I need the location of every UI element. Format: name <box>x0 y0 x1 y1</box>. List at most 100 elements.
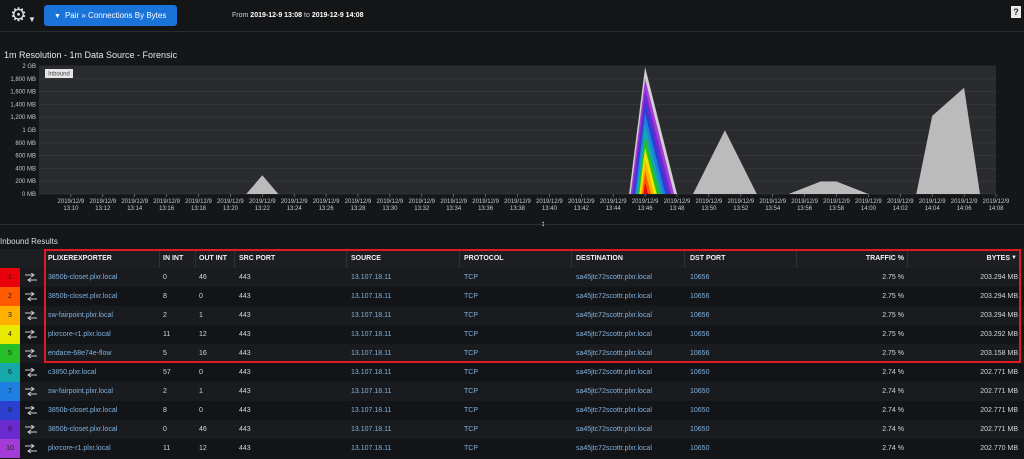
cell-dst[interactable]: sa45jtc72scottr.plxr.local <box>576 401 686 420</box>
cell-in: 2 <box>163 388 167 395</box>
cell-exporter[interactable]: c3850.plxr.local <box>48 363 160 382</box>
cell-proto[interactable]: TCP <box>464 306 564 325</box>
column-header-in-int[interactable]: IN INT <box>163 249 193 268</box>
table-row[interactable]: 10 plxrcore-r1.plxr.local 11 12 443 13.107.18… <box>0 439 1024 458</box>
flow-details-icon[interactable] <box>25 386 37 397</box>
resize-handle-icon[interactable]: ↕ <box>541 219 545 228</box>
flow-details-icon[interactable] <box>25 424 37 435</box>
cell-exporter[interactable]: plxrcore-r1.plxr.local <box>48 325 160 344</box>
column-separator <box>44 249 45 268</box>
table-row[interactable]: 3 sw-fairpoint.plxr.local 2 1 443 13.107.18.1… <box>0 306 1024 325</box>
x-tick-label: 13:28 <box>350 206 366 212</box>
table-row[interactable]: 1 3850b-closet.plxr.local 0 46 443 13.107.18.… <box>0 268 1024 287</box>
column-header-dst-port[interactable]: DST PORT <box>690 249 790 268</box>
flow-details-icon[interactable] <box>25 310 37 321</box>
flow-details-icon[interactable] <box>25 272 37 283</box>
flow-details-icon[interactable] <box>25 329 37 340</box>
flow-details-icon[interactable] <box>25 348 37 359</box>
table-row[interactable]: 8 3850b-closet.plxr.local 8 0 443 13.107.18.1… <box>0 401 1024 420</box>
cell-dst[interactable]: sa45jtc72scottr.plxr.local <box>576 420 686 439</box>
cell-src[interactable]: 13.107.18.11 <box>351 382 456 401</box>
flow-details-icon[interactable] <box>25 443 37 454</box>
cell-proto[interactable]: TCP <box>464 363 564 382</box>
x-tick-label: 14:04 <box>925 206 941 212</box>
table-row[interactable]: 7 sw-fairpoint.plxr.local 2 1 443 13.107.18.1… <box>0 382 1024 401</box>
help-icon[interactable]: ? <box>1011 6 1021 18</box>
cell-dst[interactable]: sa45jtc72scottr.plxr.local <box>576 363 686 382</box>
cell-dst[interactable]: sa45jtc72scottr.plxr.local <box>576 344 686 363</box>
cell-proto[interactable]: TCP <box>464 268 564 287</box>
cell-src[interactable]: 13.107.18.11 <box>351 401 456 420</box>
cell-dport[interactable]: 10650 <box>690 420 790 439</box>
cell-dport[interactable]: 10656 <box>690 268 790 287</box>
row-color-swatch: 8 <box>0 401 20 420</box>
flow-details-icon[interactable] <box>25 291 37 302</box>
cell-dport[interactable]: 10656 <box>690 344 790 363</box>
cell-exporter[interactable]: 3850b-closet.plxr.local <box>48 420 160 439</box>
table-row[interactable]: 9 3850b-closet.plxr.local 0 46 443 13.107.18.… <box>0 420 1024 439</box>
cell-dst[interactable]: sa45jtc72scottr.plxr.local <box>576 439 686 458</box>
column-header-destination[interactable]: DESTINATION <box>576 249 686 268</box>
cell-proto[interactable]: TCP <box>464 401 564 420</box>
cell-dst[interactable]: sa45jtc72scottr.plxr.local <box>576 287 686 306</box>
x-tick-label: 13:42 <box>574 206 590 212</box>
cell-dport[interactable]: 10650 <box>690 401 790 420</box>
cell-src[interactable]: 13.107.18.11 <box>351 325 456 344</box>
x-tick-label: 13:12 <box>95 206 111 212</box>
flow-details-icon[interactable] <box>25 405 37 416</box>
cell-dst[interactable]: sa45jtc72scottr.plxr.local <box>576 382 686 401</box>
cell-src[interactable]: 13.107.18.11 <box>351 268 456 287</box>
time-range[interactable]: From 2019-12-9 13:08 to 2019-12-9 14:08 <box>232 12 364 19</box>
cell-proto[interactable]: TCP <box>464 420 564 439</box>
table-row[interactable]: 5 endace-68e74e-flow 5 16 443 13.107.18.11 TCP… <box>0 344 1024 363</box>
cell-src[interactable]: 13.107.18.11 <box>351 306 456 325</box>
cell-dport[interactable]: 10650 <box>690 363 790 382</box>
cell-src[interactable]: 13.107.18.11 <box>351 287 456 306</box>
column-header-protocol[interactable]: PROTOCOL <box>464 249 564 268</box>
cell-exporter[interactable]: 3850b-closet.plxr.local <box>48 268 160 287</box>
pair-view-button[interactable]: ▼ Pair » Connections By Bytes <box>44 5 177 26</box>
gear-icon[interactable]: ⚙ ▼ <box>10 6 36 28</box>
cell-proto[interactable]: TCP <box>464 287 564 306</box>
column-header-source[interactable]: SOURCE <box>351 249 456 268</box>
row-color-swatch: 4 <box>0 325 20 344</box>
cell-exporter[interactable]: plxrcore-r1.plxr.local <box>48 439 160 458</box>
table-row[interactable]: 2 3850b-closet.plxr.local 8 0 443 13.107.18.1… <box>0 287 1024 306</box>
cell-proto[interactable]: TCP <box>464 325 564 344</box>
table-row[interactable]: 4 plxrcore-r1.plxr.local 11 12 443 13.107.18.… <box>0 325 1024 344</box>
column-separator <box>459 249 460 268</box>
cell-dst[interactable]: sa45jtc72scottr.plxr.local <box>576 325 686 344</box>
cell-proto[interactable]: TCP <box>464 439 564 458</box>
cell-dport[interactable]: 10650 <box>690 439 790 458</box>
column-header-plixerexporter[interactable]: PLIXEREXPORTER <box>48 249 160 268</box>
column-header-traffic[interactable]: TRAFFIC % <box>800 249 904 268</box>
cell-src[interactable]: 13.107.18.11 <box>351 344 456 363</box>
cell-src[interactable]: 13.107.18.11 <box>351 363 456 382</box>
x-tick-date: 2019/12/9 <box>58 199 85 205</box>
flow-details-icon[interactable] <box>25 367 37 378</box>
column-header-out-int[interactable]: OUT INT <box>199 249 235 268</box>
cell-exporter[interactable]: 3850b-closet.plxr.local <box>48 287 160 306</box>
cell-dport[interactable]: 10656 <box>690 287 790 306</box>
cell-dport[interactable]: 10650 <box>690 382 790 401</box>
cell-proto[interactable]: TCP <box>464 344 564 363</box>
table-row[interactable]: 6 c3850.plxr.local 57 0 443 13.107.18.11 TCP sa… <box>0 363 1024 382</box>
cell-exporter[interactable]: 3850b-closet.plxr.local <box>48 401 160 420</box>
x-tick-label: 13:26 <box>319 206 335 212</box>
sort-desc-icon[interactable]: ▼ <box>1011 249 1019 268</box>
y-tick-label: 1,600 MB <box>10 90 36 96</box>
cell-dport[interactable]: 10656 <box>690 306 790 325</box>
cell-dst[interactable]: sa45jtc72scottr.plxr.local <box>576 268 686 287</box>
cell-exporter[interactable]: sw-fairpoint.plxr.local <box>48 382 160 401</box>
column-header-src-port[interactable]: SRC PORT <box>239 249 339 268</box>
column-header-bytes[interactable]: BYTES <box>912 249 1010 268</box>
y-tick-label: 600 MB <box>15 154 36 160</box>
cell-exporter[interactable]: sw-fairpoint.plxr.local <box>48 306 160 325</box>
cell-dst[interactable]: sa45jtc72scottr.plxr.local <box>576 306 686 325</box>
cell-src[interactable]: 13.107.18.11 <box>351 439 456 458</box>
row-color-swatch: 2 <box>0 287 20 306</box>
cell-proto[interactable]: TCP <box>464 382 564 401</box>
cell-exporter[interactable]: endace-68e74e-flow <box>48 344 160 363</box>
cell-src[interactable]: 13.107.18.11 <box>351 420 456 439</box>
cell-dport[interactable]: 10656 <box>690 325 790 344</box>
